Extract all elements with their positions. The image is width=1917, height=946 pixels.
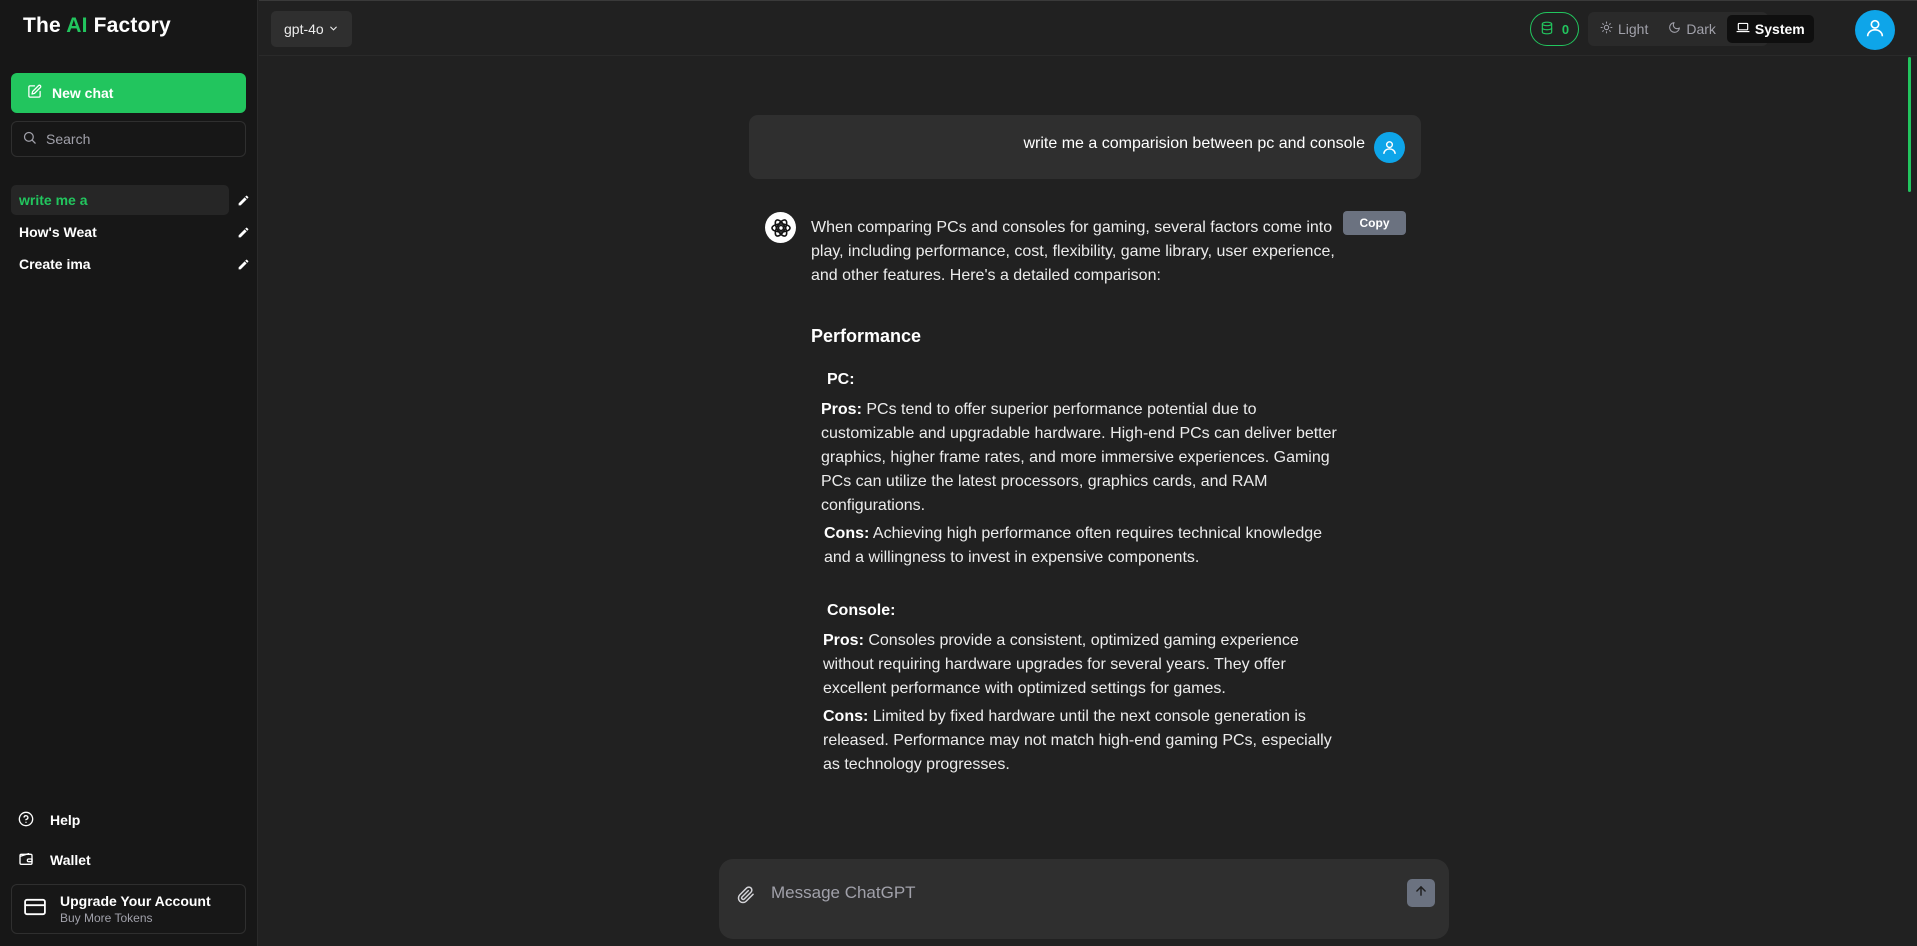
theme-light-button[interactable]: Light — [1591, 15, 1657, 43]
pc-heading: PC: — [827, 371, 855, 388]
theme-dark-label: Dark — [1686, 21, 1716, 37]
model-selector[interactable]: gpt-4o — [271, 11, 352, 47]
search-icon — [22, 130, 37, 148]
user-message-text: write me a comparision between pc and co… — [1023, 135, 1365, 152]
chat-area: write me a comparision between pc and co… — [259, 57, 1917, 946]
moon-icon — [1668, 21, 1681, 37]
token-balance[interactable]: 0 — [1530, 12, 1579, 46]
token-count: 0 — [1561, 21, 1570, 37]
cons-label: Cons: — [824, 525, 870, 542]
pros-text: Consoles provide a consistent, optimized… — [823, 632, 1299, 697]
pencil-icon[interactable] — [235, 192, 251, 208]
upgrade-subtitle: Buy More Tokens — [60, 911, 153, 925]
openai-logo-icon — [765, 212, 796, 243]
cons-text: Achieving high performance often require… — [824, 525, 1323, 566]
history-row: write me a — [11, 185, 251, 217]
upgrade-text: Upgrade Your Account Buy More Tokens — [60, 893, 211, 925]
upgrade-title: Upgrade Your Account — [60, 893, 211, 909]
search-box — [11, 121, 246, 157]
copy-button[interactable]: Copy — [1343, 211, 1406, 235]
theme-light-label: Light — [1618, 21, 1649, 37]
arrow-up-icon — [1414, 884, 1428, 903]
new-chat-icon — [27, 84, 42, 102]
upgrade-account-button[interactable]: Upgrade Your Account Buy More Tokens — [11, 884, 246, 934]
top-bar: gpt-4o 0 Light Dark System — [259, 0, 1917, 56]
brand-suffix: Factory — [87, 14, 171, 37]
user-message: write me a comparision between pc and co… — [749, 115, 1421, 179]
profile-avatar-button[interactable] — [1855, 10, 1895, 50]
chat-history: write me a How's Weat Create ima — [11, 185, 251, 281]
pros-text: PCs tend to offer superior performance p… — [821, 401, 1337, 514]
new-chat-label: New chat — [52, 85, 114, 101]
console-pros: Pros: Consoles provide a consistent, opt… — [811, 629, 1341, 701]
paperclip-icon[interactable] — [737, 886, 755, 909]
sidebar: The AI Factory New chat write me a — [0, 0, 258, 946]
chevron-down-icon — [328, 21, 339, 37]
pros-label: Pros: — [821, 401, 862, 418]
help-icon — [18, 811, 34, 830]
pencil-icon[interactable] — [235, 256, 251, 272]
user-icon — [1864, 17, 1886, 44]
message-composer — [719, 859, 1449, 939]
pc-cons: Cons: Achieving high performance often r… — [811, 522, 1341, 570]
history-item-label: Create ima — [19, 256, 91, 272]
console-cons: Cons: Limited by fixed hardware until th… — [811, 705, 1341, 777]
history-item-active[interactable]: write me a — [11, 185, 229, 215]
theme-system-label: System — [1754, 21, 1805, 37]
history-item[interactable]: How's Weat — [11, 217, 251, 247]
brand-accent: AI — [66, 14, 88, 37]
answer-intro: When comparing PCs and consoles for gami… — [811, 219, 1335, 284]
scrollbar-thumb[interactable] — [1908, 57, 1911, 192]
brand-logo: The AI Factory — [23, 14, 171, 38]
help-link[interactable]: Help — [11, 800, 251, 840]
help-label: Help — [50, 812, 81, 828]
laptop-icon — [1736, 21, 1750, 37]
history-item-label: How's Weat — [19, 224, 97, 240]
section-heading: Performance — [811, 326, 922, 346]
assistant-message: When comparing PCs and consoles for gami… — [811, 216, 1341, 781]
new-chat-button[interactable]: New chat — [11, 73, 246, 113]
database-icon — [1540, 21, 1554, 38]
cons-text: Limited by fixed hardware until the next… — [823, 708, 1332, 773]
wallet-label: Wallet — [50, 852, 91, 868]
pros-label: Pros: — [823, 632, 864, 649]
theme-system-button[interactable]: System — [1726, 15, 1814, 43]
search-input[interactable] — [46, 131, 236, 147]
history-row: Create ima — [11, 249, 251, 281]
console-heading: Console: — [827, 602, 896, 619]
send-button[interactable] — [1407, 879, 1435, 907]
theme-dark-button[interactable]: Dark — [1659, 15, 1725, 43]
app-root: The AI Factory New chat write me a — [0, 0, 1917, 946]
wallet-icon — [18, 851, 34, 870]
history-row: How's Weat — [11, 217, 251, 249]
pc-pros: Pros: PCs tend to offer superior perform… — [811, 398, 1341, 518]
theme-switcher: Light Dark System — [1588, 12, 1814, 46]
pencil-icon[interactable] — [235, 224, 251, 240]
message-input[interactable] — [771, 883, 1371, 903]
sidebar-footer: Help Wallet Upgrade Your Account Buy Mor… — [11, 800, 251, 946]
history-item[interactable]: Create ima — [11, 249, 251, 279]
sun-icon — [1600, 21, 1613, 37]
brand-prefix: The — [23, 14, 67, 37]
model-label: gpt-4o — [284, 21, 324, 37]
credit-card-icon — [24, 898, 46, 921]
history-item-label: write me a — [19, 192, 88, 208]
wallet-link[interactable]: Wallet — [11, 840, 251, 880]
user-avatar — [1374, 132, 1405, 163]
cons-label: Cons: — [823, 708, 869, 725]
